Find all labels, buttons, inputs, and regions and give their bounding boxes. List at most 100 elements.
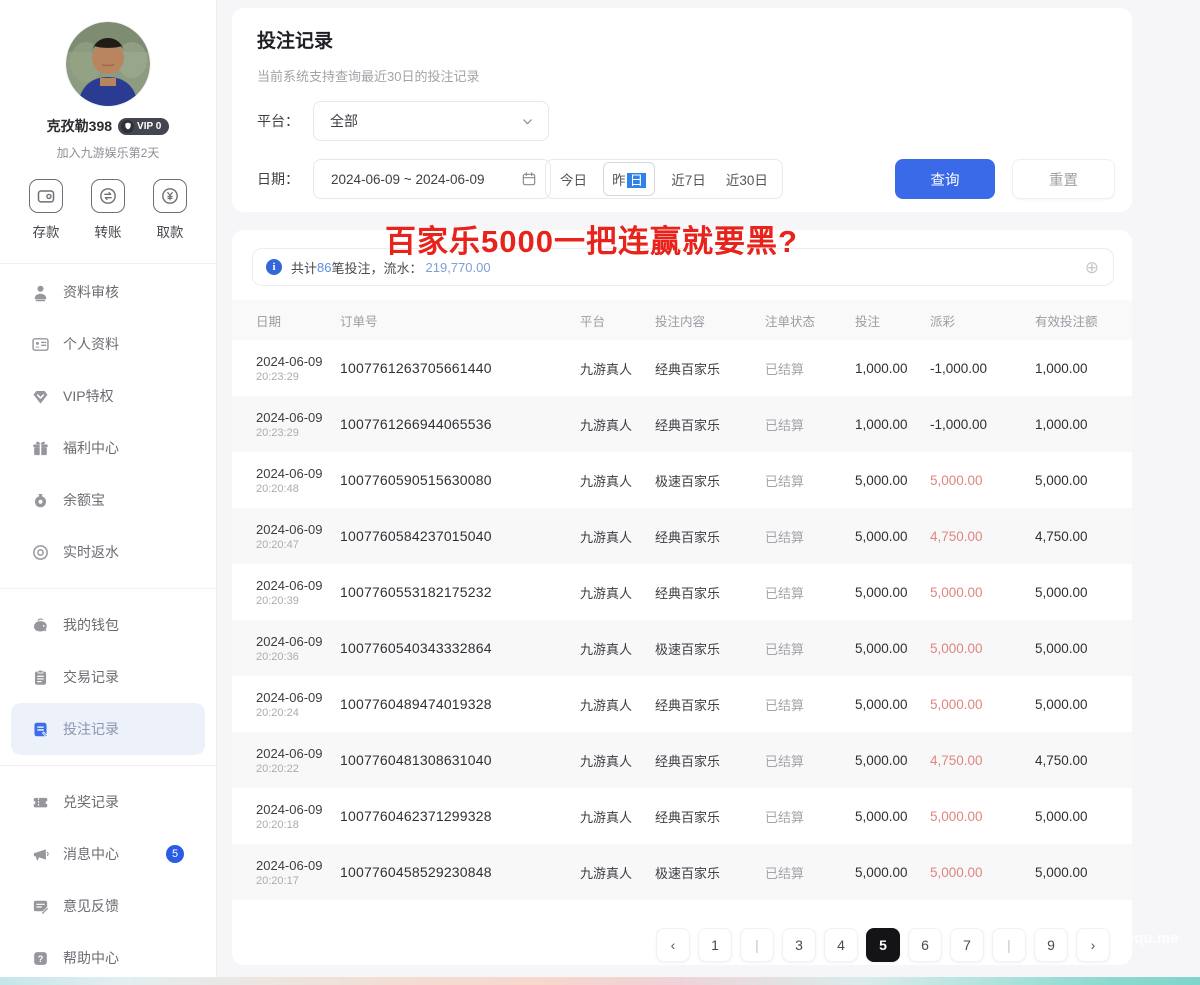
sidebar-item-message[interactable]: 消息中心5 — [0, 828, 216, 880]
prev-page-button[interactable]: ‹ — [656, 928, 690, 962]
vip-icon — [31, 387, 50, 406]
divider — [0, 765, 216, 766]
quick-date-近30日[interactable]: 近30日 — [722, 163, 772, 195]
page-button-3[interactable]: 3 — [782, 928, 816, 962]
deposit-action[interactable]: 存款 — [29, 179, 63, 241]
reset-button[interactable]: 重置 — [1012, 159, 1115, 199]
page-ellipsis[interactable]: | — [992, 928, 1026, 962]
cell-bet-content: 经典百家乐 — [655, 695, 765, 714]
cell-valid-amount: 5,000.00 — [1035, 865, 1108, 880]
cell-status: 已结算 — [765, 527, 855, 546]
platform-select[interactable]: 全部 — [313, 101, 549, 141]
cell-order-number: 1007760584237015040 — [340, 528, 580, 544]
sidebar-item-label: 福利中心 — [63, 438, 119, 458]
rebate-icon — [31, 543, 50, 562]
search-button[interactable]: 查询 — [895, 159, 995, 199]
page-ellipsis[interactable]: | — [740, 928, 774, 962]
column-header: 有效投注额 — [1035, 311, 1108, 330]
red-annotation-text: 百家乐5000一把连赢就要黑? — [385, 216, 798, 261]
sidebar-item-label: 交易记录 — [63, 667, 119, 687]
page-button-6[interactable]: 6 — [908, 928, 942, 962]
divider — [0, 588, 216, 589]
date-range-input[interactable]: 2024-06-09 ~ 2024-06-09 — [313, 159, 551, 199]
sidebar-item-profile[interactable]: 个人资料 — [0, 318, 216, 370]
cell-payout: 5,000.00 — [930, 697, 1035, 712]
cell-date: 2024-06-0920:23:29 — [256, 410, 340, 439]
sidebar-item-welfare[interactable]: 福利中心 — [0, 422, 216, 474]
withdraw-icon — [153, 179, 187, 213]
transfer-action[interactable]: 转账 — [91, 179, 125, 241]
bet-time: 20:20:39 — [256, 595, 340, 607]
cell-platform: 九游真人 — [580, 751, 655, 770]
cell-bet-content: 极速百家乐 — [655, 639, 765, 658]
sidebar-item-feedback[interactable]: 意见反馈 — [0, 880, 216, 932]
sidebar-item-label: 帮助中心 — [63, 948, 119, 968]
sidebar: 克孜勒398 VIP 0 加入九游娱乐第2天 存款转账取款 资料审核个人资料VI… — [0, 0, 217, 977]
cell-order-number: 1007761266944065536 — [340, 416, 580, 432]
cell-order-number: 1007760540343332864 — [340, 640, 580, 656]
table-body: 2024-06-0920:23:291007761263705661440九游真… — [232, 340, 1132, 900]
cell-date: 2024-06-0920:23:29 — [256, 354, 340, 383]
cell-bet-amount: 5,000.00 — [855, 641, 930, 656]
cell-bet-content: 经典百家乐 — [655, 527, 765, 546]
cell-date: 2024-06-0920:20:47 — [256, 522, 340, 551]
calendar-icon — [521, 171, 537, 187]
cell-payout: -1,000.00 — [930, 417, 1035, 432]
table-row: 2024-06-0920:20:481007760590515630080九游真… — [232, 452, 1132, 508]
bet-time: 20:20:48 — [256, 483, 340, 495]
cell-date: 2024-06-0920:20:24 — [256, 690, 340, 719]
sidebar-item-audit[interactable]: 资料审核 — [0, 266, 216, 318]
cell-payout: 4,750.00 — [930, 529, 1035, 544]
bet-time: 20:20:17 — [256, 875, 340, 887]
cell-date: 2024-06-0920:20:39 — [256, 578, 340, 607]
bet-time: 20:20:36 — [256, 651, 340, 663]
bet-time: 20:20:24 — [256, 707, 340, 719]
table-row: 2024-06-0920:20:171007760458529230848九游真… — [232, 844, 1132, 900]
cell-valid-amount: 5,000.00 — [1035, 585, 1108, 600]
cell-bet-amount: 5,000.00 — [855, 753, 930, 768]
next-page-button[interactable]: › — [1076, 928, 1110, 962]
quick-action-label: 转账 — [95, 221, 122, 241]
quick-date-近7日[interactable]: 近7日 — [667, 163, 710, 195]
sidebar-item-label: 个人资料 — [63, 334, 119, 354]
bet-date: 2024-06-09 — [256, 634, 340, 649]
cell-date: 2024-06-09 20:20:48 — [256, 466, 340, 495]
bet-icon — [31, 720, 50, 739]
sidebar-item-rebate[interactable]: 实时返水 — [0, 526, 216, 578]
bet-date: 2024-06-09 — [256, 466, 340, 481]
prize-icon — [31, 793, 50, 812]
withdraw-action[interactable]: 取款 — [153, 179, 187, 241]
sidebar-item-bet[interactable]: 投注记录 — [11, 703, 205, 755]
svg-text:?: ? — [38, 953, 44, 963]
cell-date: 2024-06-0920:20:22 — [256, 746, 340, 775]
quick-date-昨日[interactable]: 昨日 — [603, 162, 655, 196]
cell-valid-amount: 5,000.00 — [1035, 809, 1108, 824]
quick-date-今日[interactable]: 今日 — [556, 163, 591, 195]
cell-status: 已结算 — [765, 583, 855, 602]
sidebar-item-vip[interactable]: VIP特权 — [0, 370, 216, 422]
table-row: 2024-06-0920:20:221007760481308631040九游真… — [232, 732, 1132, 788]
chevron-down-icon — [521, 115, 534, 128]
expand-icon[interactable]: ⊕ — [1085, 259, 1099, 276]
page-button-5[interactable]: 5 — [866, 928, 900, 962]
cell-valid-amount: 4,750.00 — [1035, 753, 1108, 768]
vip-shield-icon — [121, 120, 134, 133]
sidebar-item-trade[interactable]: 交易记录 — [0, 651, 216, 703]
page-button-4[interactable]: 4 — [824, 928, 858, 962]
column-header: 订单号 — [340, 311, 580, 330]
cell-bet-content: 极速百家乐 — [655, 863, 765, 882]
page-button-1[interactable]: 1 — [698, 928, 732, 962]
cell-bet-content: 经典百家乐 — [655, 583, 765, 602]
sidebar-item-yuebao[interactable]: 余额宝 — [0, 474, 216, 526]
cell-valid-amount: 5,000.00 — [1035, 641, 1108, 656]
sidebar-item-label: VIP特权 — [63, 386, 114, 406]
sidebar-item-prize[interactable]: 兑奖记录 — [0, 776, 216, 828]
sidebar-item-wallet[interactable]: 我的钱包 — [0, 599, 216, 651]
page-button-9[interactable]: 9 — [1034, 928, 1068, 962]
page-button-7[interactable]: 7 — [950, 928, 984, 962]
cell-platform: 九游真人 — [580, 863, 655, 882]
quick-actions: 存款转账 取款 — [0, 179, 216, 241]
deposit-icon — [29, 179, 63, 213]
cell-payout: 4,750.00 — [930, 753, 1035, 768]
sidebar-item-help[interactable]: ? 帮助中心 — [0, 932, 216, 984]
